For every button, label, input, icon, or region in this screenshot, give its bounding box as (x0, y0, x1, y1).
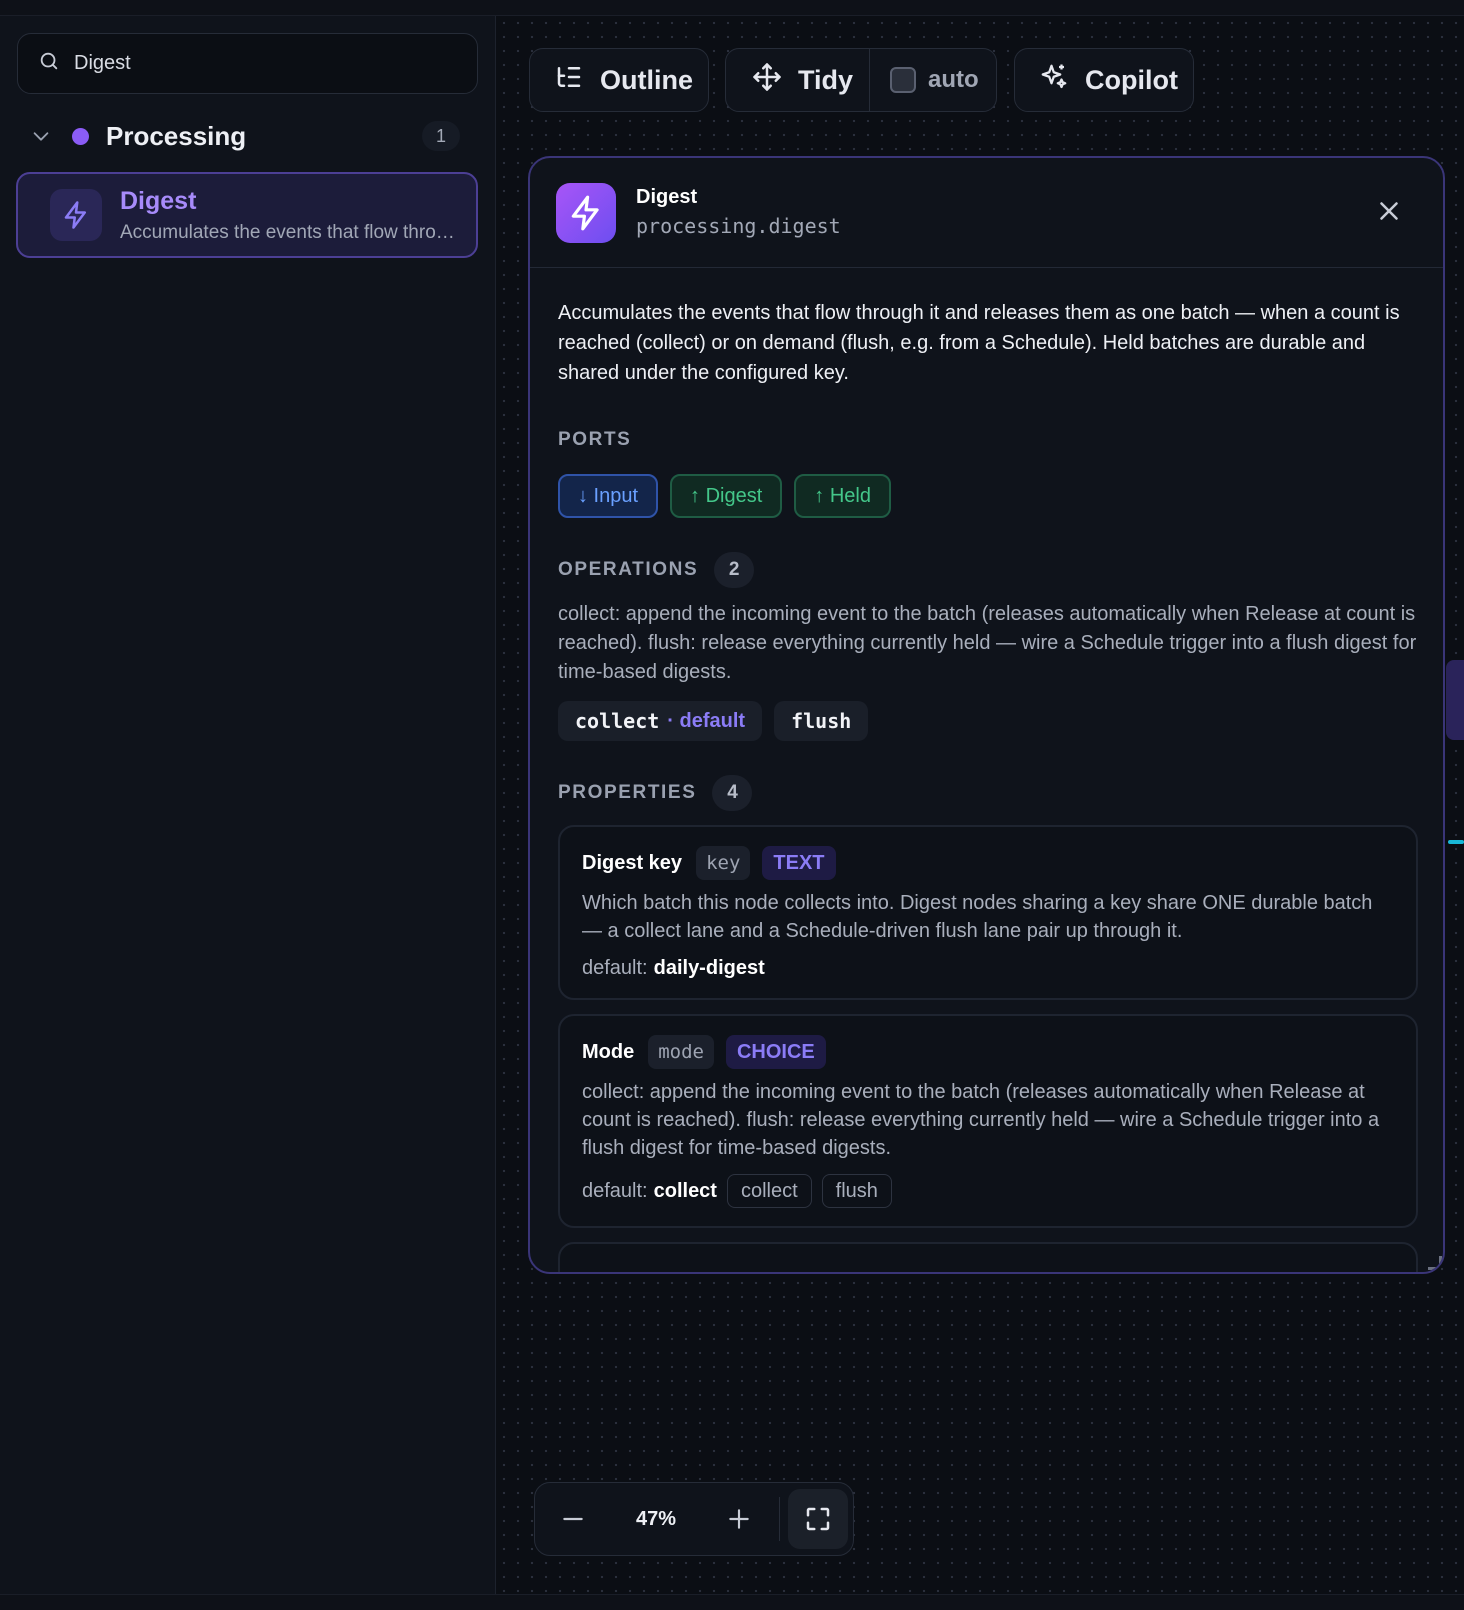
default-value: collect (653, 1179, 717, 1202)
outline-icon (554, 62, 584, 99)
property-description: collect: append the incoming event to th… (582, 1081, 1380, 1159)
copilot-label: Copilot (1085, 64, 1178, 95)
lightning-icon (556, 183, 616, 243)
auto-checkbox[interactable] (890, 67, 916, 93)
default-label: default: (582, 1179, 648, 1202)
node-sidebar: Processing 1 Digest Accumulates the even… (0, 16, 496, 1594)
auto-toggle[interactable]: auto (870, 66, 979, 94)
properties-count-badge: 4 (712, 775, 753, 811)
tidy-group: Tidy auto (725, 48, 997, 112)
operation-name: flush (791, 709, 852, 733)
default-value: daily-digest (653, 957, 765, 979)
auto-label: auto (928, 66, 979, 93)
property-description: Which batch this node collects into. Dig… (582, 892, 1373, 942)
default-marker: · default (667, 709, 746, 732)
divider (779, 1497, 780, 1541)
fit-view-button[interactable] (788, 1489, 848, 1549)
group-label: Processing (106, 120, 247, 151)
operation-name: collect (575, 709, 660, 733)
lightning-icon (50, 189, 102, 241)
tidy-label: Tidy (798, 64, 854, 95)
property-default: default: daily-digest (582, 957, 1394, 980)
panel-header: Digest processing.digest (530, 158, 1443, 268)
node-item-digest[interactable]: Digest Accumulates the events that flow … (16, 172, 478, 258)
group-processing[interactable]: Processing 1 (30, 114, 470, 158)
operation-collect[interactable]: collect · default (558, 701, 763, 741)
sparkles-icon (1039, 62, 1069, 99)
node-description: Accumulates the events that flow through… (558, 302, 1400, 384)
offscreen-node[interactable] (1446, 660, 1464, 740)
ports-section-header: PORTS (558, 422, 1418, 458)
property-key: key (696, 846, 751, 880)
zoom-out-button[interactable] (535, 1482, 611, 1556)
property-key: mode (648, 1035, 714, 1069)
tidy-button[interactable]: Tidy (726, 49, 870, 111)
ports-list: ↓ Input ↑ Digest ↑ Held (558, 474, 1418, 518)
plus-icon (729, 1509, 749, 1529)
edge-connector (1448, 840, 1464, 844)
property-name: Digest key (582, 851, 683, 874)
zoom-level: 47% (635, 1507, 677, 1530)
operations-heading: OPERATIONS (558, 559, 699, 580)
operations-description: collect: append the incoming event to th… (558, 603, 1417, 683)
ports-heading: PORTS (558, 429, 632, 450)
copilot-button[interactable]: Copilot (1014, 48, 1194, 112)
operations-section-header: OPERATIONS 2 (558, 552, 1418, 588)
resize-handle[interactable] (1428, 1256, 1442, 1270)
search-icon (38, 50, 60, 77)
port-held[interactable]: ↑ Held (794, 474, 891, 518)
top-strip (0, 0, 1464, 16)
search-input[interactable] (74, 52, 434, 75)
port-digest[interactable]: ↑ Digest (670, 474, 783, 518)
operation-flush[interactable]: flush (774, 701, 869, 741)
property-card: Digest key key TEXT Which batch this nod… (558, 825, 1418, 1000)
outline-button[interactable]: Outline (529, 48, 709, 112)
option-pill: collect (726, 1174, 812, 1208)
option-pill: flush (821, 1174, 892, 1208)
panel-body: Accumulates the events that flow through… (558, 268, 1418, 1272)
operations-list: collect · default flush (558, 701, 1418, 741)
close-icon[interactable] (1374, 196, 1404, 226)
panel-title: Digest (636, 186, 698, 208)
group-count-badge: 1 (422, 121, 460, 151)
property-name: Mode (582, 1040, 635, 1063)
minus-icon (563, 1517, 583, 1521)
node-item-subtitle: Accumulates the events that flow through… (120, 221, 458, 243)
panel-node-id: processing.digest (636, 214, 841, 238)
default-label: default: (582, 957, 648, 979)
operations-count-badge: 2 (714, 552, 755, 588)
bottom-strip (0, 1594, 1464, 1610)
property-type-badge: CHOICE (725, 1035, 826, 1069)
zoom-control: 47% (534, 1482, 854, 1556)
property-default: default: collect collect flush (582, 1174, 1394, 1208)
properties-section-header: PROPERTIES 4 (558, 775, 1418, 811)
move-icon (752, 62, 782, 99)
property-card: Mode mode CHOICE collect: append the inc… (558, 1014, 1418, 1228)
property-card (558, 1242, 1418, 1272)
fullscreen-icon (806, 1507, 830, 1531)
node-detail-panel: Digest processing.digest Accumulates the… (528, 156, 1445, 1274)
zoom-in-button[interactable] (701, 1482, 777, 1556)
property-type-badge: TEXT (762, 846, 836, 880)
search-box[interactable] (17, 33, 478, 94)
node-item-title: Digest (120, 186, 197, 215)
outline-label: Outline (600, 64, 693, 95)
properties-heading: PROPERTIES (558, 782, 697, 803)
chevron-down-icon[interactable] (30, 125, 52, 147)
category-dot (72, 127, 89, 145)
port-input[interactable]: ↓ Input (558, 474, 659, 518)
